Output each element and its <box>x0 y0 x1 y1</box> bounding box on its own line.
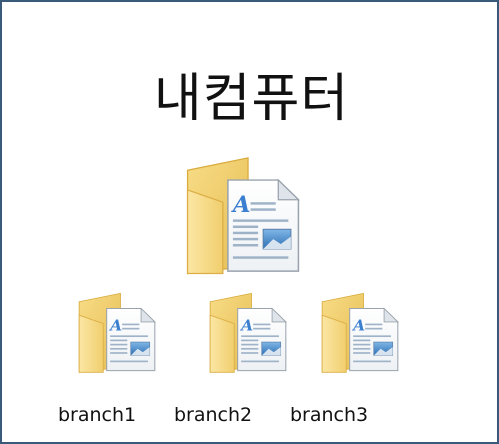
branch-label-1: branch1 <box>58 404 137 426</box>
folder-document-icon[interactable] <box>180 153 306 276</box>
branch-label-2: branch2 <box>174 404 253 426</box>
page-title: 내컴퓨터 <box>153 69 350 129</box>
diagram-frame: 내컴퓨터 branch1 branch2 branch3 <box>0 0 499 444</box>
folder-document-icon[interactable] <box>317 290 403 374</box>
branch-label-3: branch3 <box>290 404 369 426</box>
folder-document-icon[interactable] <box>205 290 291 374</box>
folder-document-icon[interactable] <box>74 290 160 374</box>
